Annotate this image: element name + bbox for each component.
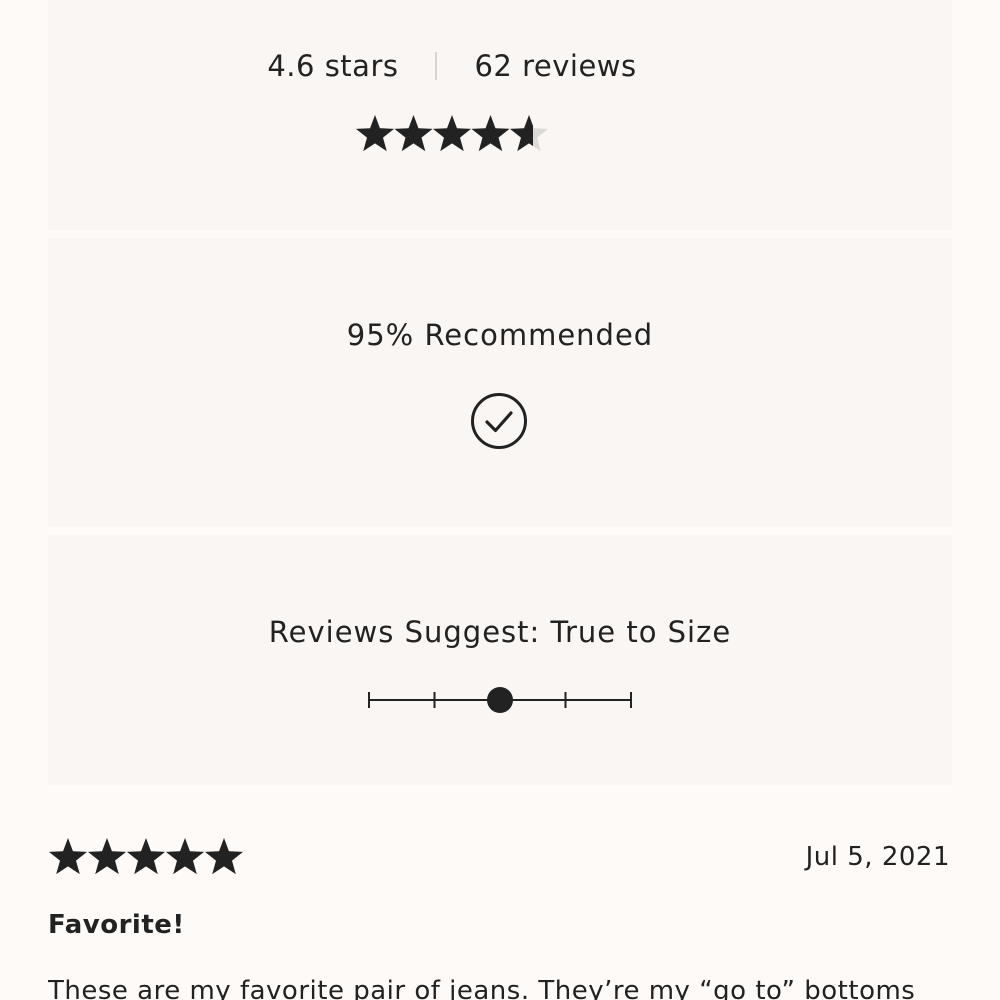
size-suggestion-text: Reviews Suggest: True to Size [268, 615, 732, 649]
recommended-text: 95% Recommended [346, 318, 654, 352]
review-rating-star-5 [204, 838, 244, 875]
size-scale [368, 687, 632, 713]
review-rating-star-1 [48, 838, 88, 875]
average-rating-star-2 [394, 115, 433, 152]
average-rating-text: 4.6 stars [267, 49, 399, 83]
review-body: These are my favorite pair of jeans. The… [48, 976, 916, 1000]
review-rating-star-4 [165, 838, 205, 875]
average-rating-star-5 [509, 115, 549, 152]
reviews-panel: 4.6 stars 62 reviews 95% Recommended Rev… [0, 0, 1000, 1000]
summary-divider [435, 52, 438, 80]
check-circle-icon [471, 393, 527, 449]
average-rating-star-1 [355, 115, 395, 152]
rating-summary: 4.6 stars 62 reviews [0, 46, 904, 86]
size-card [48, 535, 952, 785]
average-rating-star-4 [471, 115, 510, 152]
recommend-card [48, 238, 952, 527]
review-date: Jul 5, 2021 [805, 842, 950, 872]
size-scale-marker [487, 687, 513, 713]
review-rating-star-3 [126, 838, 166, 875]
review-rating-star-2 [87, 838, 127, 875]
average-rating-stars [355, 115, 549, 152]
review-rating-stars [48, 838, 244, 875]
review-count-link[interactable]: 62 reviews [474, 49, 636, 83]
average-rating-star-3 [432, 115, 472, 152]
review-title: Favorite! [48, 910, 185, 940]
